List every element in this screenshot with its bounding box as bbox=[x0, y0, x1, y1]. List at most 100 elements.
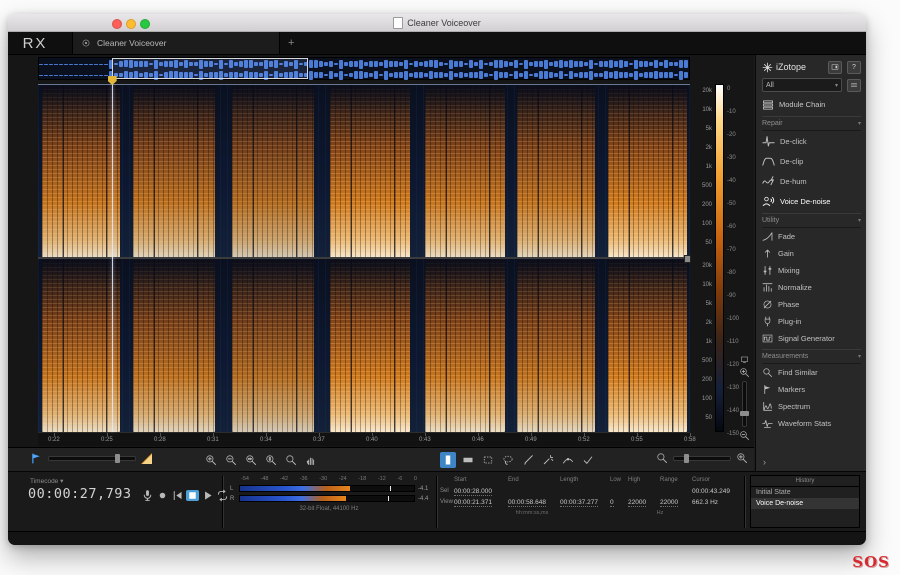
section-header-measurements[interactable]: Measurements ▾ bbox=[762, 349, 861, 364]
overview-waveform-bar bbox=[494, 59, 498, 69]
record-mic-button[interactable] bbox=[141, 490, 154, 501]
cell-range[interactable]: 22000 bbox=[660, 499, 692, 510]
waveform-overview[interactable] bbox=[38, 57, 690, 80]
db-label: 0 bbox=[727, 86, 731, 92]
history-item-initial-state[interactable]: Initial State bbox=[751, 487, 859, 498]
sidebar-item-signal-generator[interactable]: Signal Generator bbox=[762, 330, 861, 347]
loop-button[interactable] bbox=[216, 489, 229, 502]
lasso-tool[interactable] bbox=[500, 452, 516, 468]
frequency-label: 200 bbox=[701, 377, 712, 383]
play-button[interactable] bbox=[201, 490, 214, 501]
speech-burst bbox=[516, 85, 595, 258]
zoom-out-tool[interactable] bbox=[223, 452, 239, 468]
overview-view-region[interactable] bbox=[112, 58, 309, 79]
record-button[interactable] bbox=[156, 490, 169, 501]
sidebar-item-module-chain[interactable]: Module Chain bbox=[762, 95, 861, 114]
overview-waveform-bar bbox=[499, 72, 503, 78]
cell-length[interactable]: 00:00:37.277 bbox=[560, 499, 610, 510]
ruler-time-label: 0:40 bbox=[366, 437, 378, 443]
speech-burst bbox=[41, 85, 121, 258]
sidebar-item-de-clip[interactable]: De-clip bbox=[762, 151, 861, 171]
section-header-utility[interactable]: Utility ▾ bbox=[762, 213, 861, 228]
commit-tool[interactable] bbox=[580, 452, 596, 468]
zoom-in-corner-button[interactable] bbox=[736, 452, 748, 464]
monitor-icon[interactable] bbox=[740, 355, 749, 364]
tab-cleaner-voiceover[interactable]: Cleaner Voiceover bbox=[72, 32, 280, 54]
overview-waveform-bar bbox=[564, 61, 568, 67]
stop-button[interactable] bbox=[186, 490, 199, 501]
zoom-in-tool[interactable] bbox=[203, 452, 219, 468]
overview-waveform-bar bbox=[399, 62, 403, 66]
sidebar-item-spectrum[interactable]: Spectrum bbox=[762, 398, 861, 415]
overview-waveform-bar bbox=[104, 74, 108, 76]
sidebar-item-phase[interactable]: Phase bbox=[762, 296, 861, 313]
cell-cursor[interactable]: 00:00:43.249 bbox=[692, 488, 738, 499]
zoom-all-tool[interactable] bbox=[283, 452, 299, 468]
zoom-time-tool[interactable] bbox=[243, 452, 259, 468]
help-button[interactable]: ? bbox=[847, 60, 861, 74]
time-format-selector[interactable]: Timecode ▾ bbox=[30, 477, 63, 485]
channel-divider-handle[interactable] bbox=[684, 255, 691, 263]
overview-waveform-bar bbox=[449, 59, 453, 69]
wand-tool[interactable] bbox=[540, 452, 556, 468]
overview-waveform-bar bbox=[649, 62, 653, 66]
spectrogram-channel-left[interactable] bbox=[38, 84, 690, 258]
sidebar-item-de-click[interactable]: De-click bbox=[762, 131, 861, 151]
sidebar-item-normalize[interactable]: Normalize bbox=[762, 279, 861, 296]
vertical-zoom-slider[interactable] bbox=[739, 381, 749, 427]
channel-divider[interactable] bbox=[38, 255, 691, 263]
cell-start[interactable]: 00:00:21.371 bbox=[454, 499, 508, 510]
horizontal-zoom-slider[interactable] bbox=[673, 453, 731, 463]
playhead-options-icon[interactable] bbox=[30, 452, 43, 465]
sidebar-item-voice-de-noise[interactable]: Voice De-noise bbox=[762, 191, 861, 211]
overview-position-knob[interactable] bbox=[115, 454, 120, 463]
sidebar-item-fade[interactable]: Fade bbox=[762, 228, 861, 245]
playhead-line[interactable] bbox=[111, 84, 113, 432]
sidebar-item-find-similar[interactable]: Find Similar bbox=[762, 364, 861, 381]
sidebar-item-plug-in[interactable]: Plug-in bbox=[762, 313, 861, 330]
cell-end[interactable]: 00:00:58.648 bbox=[508, 499, 560, 510]
go-to-start-button[interactable] bbox=[171, 490, 184, 501]
time-frequency-selection-tool[interactable] bbox=[480, 452, 496, 468]
vertical-zoom-out-button[interactable] bbox=[739, 430, 750, 441]
sidebar-item-mixing[interactable]: Mixing bbox=[762, 262, 861, 279]
vertical-zoom-slider-knob[interactable] bbox=[739, 411, 749, 416]
cell-cursor[interactable]: 662.3 Hz bbox=[692, 499, 738, 510]
ruler-time-label: 0:52 bbox=[578, 437, 590, 443]
sidebar-collapse-chevron[interactable]: › bbox=[763, 457, 766, 467]
cell-low[interactable]: 0 bbox=[610, 499, 628, 510]
panel-toggle-button[interactable] bbox=[828, 60, 842, 74]
overview-waveform-bar bbox=[89, 74, 93, 76]
overview-waveform-bar bbox=[554, 61, 558, 67]
overview-position-slider[interactable] bbox=[48, 454, 136, 463]
overview-waveform-bar bbox=[419, 61, 423, 67]
vertical-zoom-in-button[interactable] bbox=[739, 367, 750, 378]
sidebar-item-de-hum[interactable]: De-hum bbox=[762, 171, 861, 191]
frequency-selection-tool[interactable] bbox=[460, 452, 476, 468]
sidebar-item-markers[interactable]: Markers bbox=[762, 381, 861, 398]
spectrogram-channel-right[interactable] bbox=[38, 259, 690, 432]
section-header-repair[interactable]: Repair ▾ bbox=[762, 116, 861, 131]
spectrogram-display[interactable] bbox=[38, 84, 691, 432]
module-list-menu-button[interactable] bbox=[847, 78, 861, 92]
overview-waveform-bar bbox=[424, 72, 428, 78]
time-selection-tool[interactable] bbox=[440, 452, 456, 468]
history-item-voice-de-noise[interactable]: Voice De-noise bbox=[751, 498, 859, 509]
instant-process-icon[interactable] bbox=[141, 453, 152, 464]
new-tab-button[interactable]: + bbox=[288, 38, 294, 49]
speech-burst bbox=[607, 259, 688, 432]
smart-pick-tool[interactable] bbox=[560, 452, 576, 468]
horizontal-zoom-knob[interactable] bbox=[684, 453, 689, 463]
sidebar-item-waveform-stats[interactable]: Waveform Stats bbox=[762, 415, 861, 432]
zoom-level-icon[interactable] bbox=[656, 452, 668, 464]
playhead-time-display[interactable]: 00:00:27,793 bbox=[28, 486, 132, 502]
hand-tool[interactable] bbox=[303, 452, 319, 468]
cell-high[interactable]: 22000 bbox=[628, 499, 660, 510]
meter-scale-label: -42 bbox=[280, 476, 289, 482]
brush-tool[interactable] bbox=[520, 452, 536, 468]
cell-start[interactable]: 00:00:28.000 bbox=[454, 488, 508, 499]
overview-waveform-bar bbox=[654, 59, 658, 69]
module-filter-dropdown[interactable]: All ▾ bbox=[762, 78, 842, 92]
zoom-freq-tool[interactable] bbox=[263, 452, 279, 468]
sidebar-item-gain[interactable]: Gain bbox=[762, 245, 861, 262]
